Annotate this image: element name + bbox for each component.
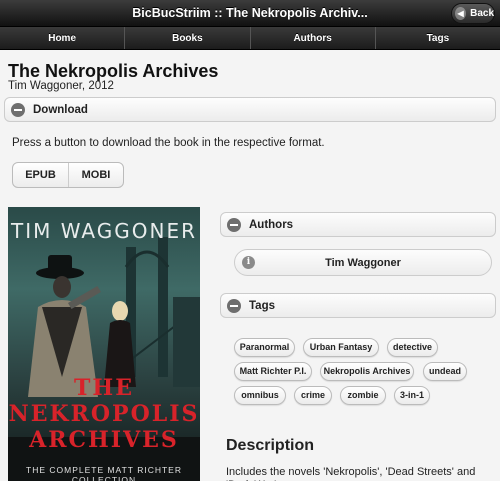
tag-item[interactable]: detective [387,338,438,357]
book-author-year: Tim Waggoner, 2012 [8,80,114,92]
header-bar: BicBucStriim :: The Nekropolis Archiv...… [0,0,500,27]
download-section-header[interactable]: Download [4,97,496,122]
tag-item[interactable]: Urban Fantasy [303,338,379,357]
description-heading: Description [226,437,315,454]
tag-item[interactable]: undead [423,362,467,381]
download-heading: Download [33,103,88,116]
download-instructions: Press a button to download the book in t… [12,137,325,149]
tag-item[interactable]: Paranormal [234,338,295,357]
minus-icon [11,102,25,117]
tag-item[interactable]: 3-in-1 [394,386,430,405]
minus-icon [227,217,241,232]
tags-section-header[interactable]: Tags [220,293,496,318]
nav-tags[interactable]: Tags [376,27,500,49]
cover-title-line3-text: ARCHIVES [29,427,179,453]
nav-home[interactable]: Home [0,27,126,49]
cover-title-line1: THE [74,375,134,401]
tag-item[interactable]: Nekropolis Archives [320,362,414,381]
author-link-button[interactable]: i Tim Waggoner [234,249,492,276]
tag-item[interactable]: Matt Richter P.I. [234,362,312,381]
description-text: Includes the novels 'Nekropolis', 'Dead … [226,466,476,481]
back-button[interactable]: ◀ Back [451,3,495,24]
authors-section-header[interactable]: Authors [220,212,496,237]
authors-heading: Authors [249,218,294,231]
cover-author-text: TIM WAGGONER [11,219,197,243]
cover-collection-text: THE COMPLETE MATT RICHTER COLLECTION [26,465,182,481]
tag-item[interactable]: omnibus [234,386,286,405]
download-format-buttons: EPUB MOBI [12,162,124,188]
book-cover-image: TIM WAGGONER THE NEKROPOLIS ARCHIVES THE… [8,207,200,481]
tag-item[interactable]: zombie [340,386,386,405]
mobi-button[interactable]: MOBI [69,163,123,187]
cover-title-line2-text: NEKROPOLIS [8,401,200,427]
tag-item[interactable]: crime [294,386,332,405]
back-button-label: Back [470,8,494,19]
minus-icon [227,298,241,313]
tags-heading: Tags [249,299,275,312]
nav-books[interactable]: Books [125,27,251,49]
cover-title-line2: NEKROPOLIS ARCHIVES [8,401,200,453]
nav-authors[interactable]: Authors [251,27,376,49]
page-title: BicBucStriim :: The Nekropolis Archiv... [132,6,368,20]
info-icon: i [242,256,255,269]
book-title: The Nekropolis Archives [8,61,219,81]
navbar: Home Books Authors Tags [0,27,500,50]
epub-button[interactable]: EPUB [13,163,69,187]
author-name: Tim Waggoner [325,256,401,269]
back-arrow-icon: ◀ [455,7,467,20]
